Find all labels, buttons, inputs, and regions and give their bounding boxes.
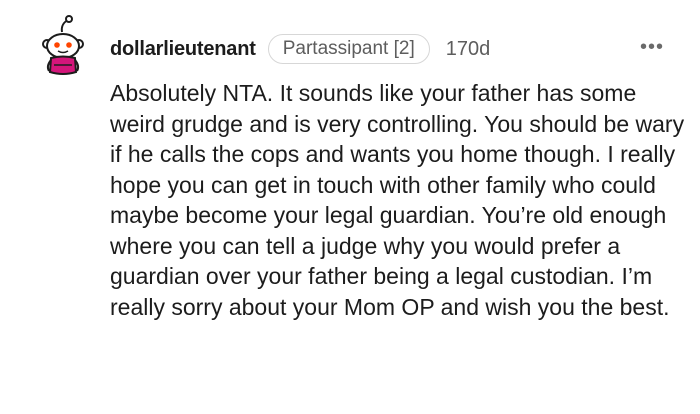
comment-header: dollarlieutenant Partassipant [2] 170d [110,34,490,64]
timestamp[interactable]: 170d [446,38,491,61]
user-flair: Partassipant [2] [267,34,430,64]
more-options-icon[interactable]: ••• [640,36,664,58]
comment-body: Absolutely NTA. It sounds like your fath… [110,80,685,320]
comment: dollarlieutenant Partassipant [2] 170d •… [0,0,700,414]
avatar[interactable] [38,14,88,78]
username[interactable]: dollarlieutenant [110,38,256,61]
